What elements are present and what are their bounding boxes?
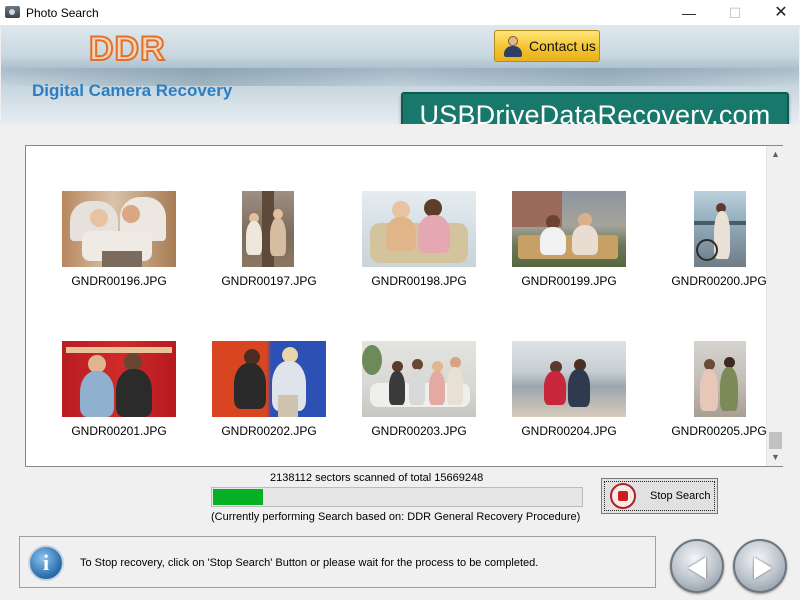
- info-icon: i: [28, 545, 64, 581]
- status-message: To Stop recovery, click on 'Stop Search'…: [80, 557, 539, 569]
- contact-us-button[interactable]: Contact us: [494, 30, 600, 62]
- product-name: Digital Camera Recovery: [32, 81, 233, 100]
- thumbnail-filename: GNDR00203.JPG: [371, 424, 467, 438]
- photo-thumbnail: [694, 341, 746, 417]
- stop-search-button[interactable]: Stop Search: [601, 478, 718, 514]
- scan-progress-bar: [211, 487, 583, 507]
- ddr-logo: DDR: [88, 29, 166, 69]
- thumbnail-panel[interactable]: GNDR00196.JPG GNDR00197.JPG GNDR00198.JP…: [25, 145, 783, 467]
- scroll-down-icon[interactable]: ▼: [767, 449, 784, 466]
- thumbnail-item[interactable]: GNDR00203.JPG: [344, 341, 494, 451]
- thumbnail-item[interactable]: GNDR00196.JPG: [44, 191, 194, 301]
- window-title: Photo Search: [26, 6, 99, 20]
- thumbnail-filename: GNDR00199.JPG: [521, 274, 617, 288]
- progress-fill: [213, 489, 263, 505]
- person-icon: [503, 35, 523, 57]
- contact-us-label: Contact us: [529, 38, 596, 54]
- thumbnail-item[interactable]: GNDR00201.JPG: [44, 341, 194, 451]
- stop-search-label: Stop Search: [650, 490, 711, 502]
- photo-thumbnail: [512, 191, 626, 267]
- photo-thumbnail: [62, 191, 176, 267]
- procedure-text: (Currently performing Search based on: D…: [211, 511, 581, 523]
- photo-thumbnail: [62, 341, 176, 417]
- scroll-up-icon[interactable]: ▲: [767, 146, 784, 163]
- close-button[interactable]: ✕: [758, 0, 800, 26]
- photo-thumbnail: [212, 341, 326, 417]
- thumbnail-filename: GNDR00198.JPG: [371, 274, 467, 288]
- thumbnail-grid: GNDR00196.JPG GNDR00197.JPG GNDR00198.JP…: [26, 146, 767, 466]
- thumbnail-item[interactable]: GNDR00198.JPG: [344, 191, 494, 301]
- scrollbar-thumb[interactable]: [769, 432, 782, 449]
- back-arrow-icon: [688, 557, 706, 579]
- maximize-button[interactable]: ☐: [712, 0, 758, 26]
- thumbnail-filename: GNDR00202.JPG: [221, 424, 317, 438]
- stop-icon: [610, 483, 636, 509]
- next-arrow-icon: [754, 557, 772, 579]
- photo-thumbnail: [694, 191, 746, 267]
- photo-thumbnail: [512, 341, 626, 417]
- status-box: i To Stop recovery, click on 'Stop Searc…: [19, 536, 656, 588]
- photo-thumbnail: [242, 191, 294, 267]
- thumbnail-item[interactable]: GNDR00204.JPG: [494, 341, 644, 451]
- scan-status-text: 2138112 sectors scanned of total 1566924…: [270, 472, 484, 484]
- thumbnail-item[interactable]: GNDR00202.JPG: [194, 341, 344, 451]
- thumbnail-item[interactable]: GNDR00197.JPG: [194, 191, 344, 301]
- thumbnail-filename: GNDR00197.JPG: [221, 274, 317, 288]
- vertical-scrollbar[interactable]: ▲ ▼: [766, 146, 783, 466]
- thumbnail-item[interactable]: GNDR00199.JPG: [494, 191, 644, 301]
- camera-icon: [5, 6, 20, 18]
- header-banner: DDR Digital Camera Recovery Contact us U…: [1, 26, 799, 124]
- website-badge: USBDriveDataRecovery.com: [401, 92, 789, 124]
- photo-thumbnail: [362, 191, 476, 267]
- thumbnail-filename: GNDR00201.JPG: [71, 424, 167, 438]
- title-bar: Photo Search — ☐ ✕: [0, 0, 800, 26]
- back-button[interactable]: [670, 539, 724, 593]
- thumbnail-filename: GNDR00204.JPG: [521, 424, 617, 438]
- photo-thumbnail: [362, 341, 476, 417]
- minimize-button[interactable]: —: [666, 0, 712, 26]
- next-button[interactable]: [733, 539, 787, 593]
- thumbnail-filename: GNDR00196.JPG: [71, 274, 167, 288]
